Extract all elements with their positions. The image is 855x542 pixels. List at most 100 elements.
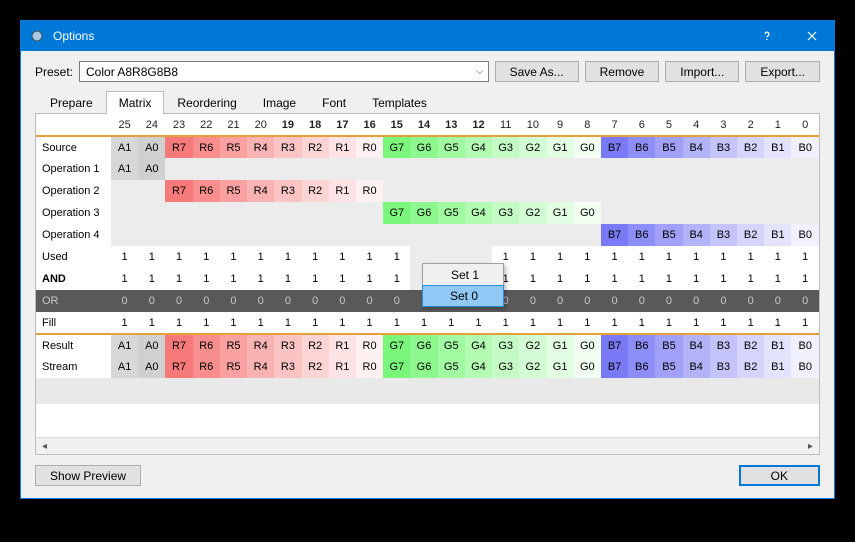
col-header[interactable]: 18	[302, 114, 329, 136]
col-header[interactable]: 11	[492, 114, 519, 136]
matrix-cell[interactable]	[710, 158, 737, 180]
matrix-cell[interactable]	[465, 180, 492, 202]
col-header[interactable]: 13	[438, 114, 465, 136]
matrix-cell[interactable]: 1	[791, 268, 819, 290]
matrix-cell[interactable]	[628, 158, 655, 180]
matrix-cell[interactable]: B7	[601, 334, 628, 356]
matrix-cell[interactable]: 1	[601, 312, 628, 334]
matrix-cell[interactable]	[574, 180, 601, 202]
matrix-cell[interactable]: R2	[302, 334, 329, 356]
matrix-cell[interactable]	[574, 158, 601, 180]
matrix-cell[interactable]	[247, 158, 274, 180]
matrix-cell[interactable]: A0	[138, 136, 165, 158]
matrix-cell[interactable]	[519, 180, 546, 202]
matrix-cell[interactable]: 1	[492, 312, 519, 334]
matrix-cell[interactable]: 1	[329, 268, 356, 290]
matrix-cell[interactable]: 1	[410, 312, 437, 334]
col-header[interactable]: 24	[138, 114, 165, 136]
matrix-cell[interactable]: 1	[111, 312, 138, 334]
matrix-cell[interactable]: 0	[165, 290, 192, 312]
matrix-cell[interactable]: B0	[791, 136, 819, 158]
matrix-cell[interactable]: 1	[302, 246, 329, 268]
matrix-cell[interactable]: B2	[737, 334, 764, 356]
matrix-cell[interactable]: 0	[383, 290, 410, 312]
matrix-cell[interactable]	[383, 180, 410, 202]
context-menu-item-set-1[interactable]: Set 1	[423, 264, 503, 286]
matrix-cell[interactable]: 1	[683, 312, 710, 334]
matrix-cell[interactable]	[492, 180, 519, 202]
matrix-cell[interactable]: B2	[737, 224, 764, 246]
matrix-cell[interactable]: 1	[247, 246, 274, 268]
matrix-cell[interactable]	[356, 224, 383, 246]
matrix-cell[interactable]: 0	[274, 290, 301, 312]
matrix-cell[interactable]: G3	[492, 136, 519, 158]
matrix-cell[interactable]: 1	[438, 312, 465, 334]
matrix-cell[interactable]: B1	[764, 334, 791, 356]
matrix-cell[interactable]: B2	[737, 136, 764, 158]
matrix-cell[interactable]: 0	[574, 290, 601, 312]
matrix-cell[interactable]	[410, 158, 437, 180]
matrix-cell[interactable]: A1	[111, 158, 138, 180]
matrix-cell[interactable]	[710, 202, 737, 224]
matrix-cell[interactable]	[138, 202, 165, 224]
matrix-cell[interactable]	[764, 158, 791, 180]
matrix-cell[interactable]	[655, 202, 682, 224]
matrix-cell[interactable]: 1	[628, 312, 655, 334]
col-header[interactable]: 22	[193, 114, 220, 136]
matrix-cell[interactable]: 1	[547, 268, 574, 290]
matrix-cell[interactable]: A0	[138, 334, 165, 356]
matrix-cell[interactable]	[274, 202, 301, 224]
matrix-cell[interactable]: 1	[193, 246, 220, 268]
col-header[interactable]: 16	[356, 114, 383, 136]
matrix-cell[interactable]: 1	[574, 312, 601, 334]
matrix-cell[interactable]: 1	[574, 268, 601, 290]
matrix-cell[interactable]: B1	[764, 136, 791, 158]
matrix-cell[interactable]: 1	[302, 312, 329, 334]
matrix-cell[interactable]: A1	[111, 136, 138, 158]
matrix-cell[interactable]: R4	[247, 180, 274, 202]
matrix-cell[interactable]: B5	[655, 136, 682, 158]
col-header[interactable]: 21	[220, 114, 247, 136]
matrix-cell[interactable]: B6	[628, 136, 655, 158]
col-header[interactable]: 17	[329, 114, 356, 136]
col-header[interactable]: 14	[410, 114, 437, 136]
matrix-cell[interactable]: B5	[655, 224, 682, 246]
matrix-cell[interactable]: B6	[628, 224, 655, 246]
matrix-cell[interactable]: 0	[356, 290, 383, 312]
matrix-cell[interactable]: 1	[329, 246, 356, 268]
matrix-cell[interactable]	[547, 224, 574, 246]
matrix-cell[interactable]	[383, 224, 410, 246]
matrix-cell[interactable]: B0	[791, 334, 819, 356]
matrix-cell[interactable]	[438, 224, 465, 246]
matrix-cell[interactable]	[138, 180, 165, 202]
matrix-cell[interactable]: 1	[547, 246, 574, 268]
matrix-cell[interactable]: 1	[710, 268, 737, 290]
matrix-cell[interactable]	[410, 224, 437, 246]
matrix-cell[interactable]: 1	[628, 246, 655, 268]
matrix-cell[interactable]: R5	[220, 356, 247, 378]
matrix-cell[interactable]: 1	[601, 268, 628, 290]
matrix-cell[interactable]	[492, 158, 519, 180]
matrix-cell[interactable]: 1	[655, 312, 682, 334]
matrix-cell[interactable]: 0	[547, 290, 574, 312]
matrix-cell[interactable]: R5	[220, 136, 247, 158]
matrix-cell[interactable]	[438, 180, 465, 202]
matrix-cell[interactable]: B4	[683, 356, 710, 378]
col-header[interactable]: 7	[601, 114, 628, 136]
show-preview-button[interactable]: Show Preview	[35, 465, 141, 486]
matrix-cell[interactable]: 1	[274, 246, 301, 268]
matrix-cell[interactable]: 0	[764, 290, 791, 312]
matrix-cell[interactable]: B1	[764, 224, 791, 246]
remove-button[interactable]: Remove	[585, 61, 660, 82]
matrix-cell[interactable]	[465, 224, 492, 246]
matrix-cell[interactable]	[737, 158, 764, 180]
matrix-cell[interactable]: G0	[574, 356, 601, 378]
matrix-cell[interactable]: 0	[138, 290, 165, 312]
matrix-cell[interactable]: R6	[193, 136, 220, 158]
matrix-cell[interactable]: B3	[710, 224, 737, 246]
matrix-cell[interactable]	[547, 158, 574, 180]
col-header[interactable]: 9	[547, 114, 574, 136]
matrix-cell[interactable]	[791, 202, 819, 224]
matrix-cell[interactable]	[138, 224, 165, 246]
matrix-cell[interactable]: 1	[737, 246, 764, 268]
